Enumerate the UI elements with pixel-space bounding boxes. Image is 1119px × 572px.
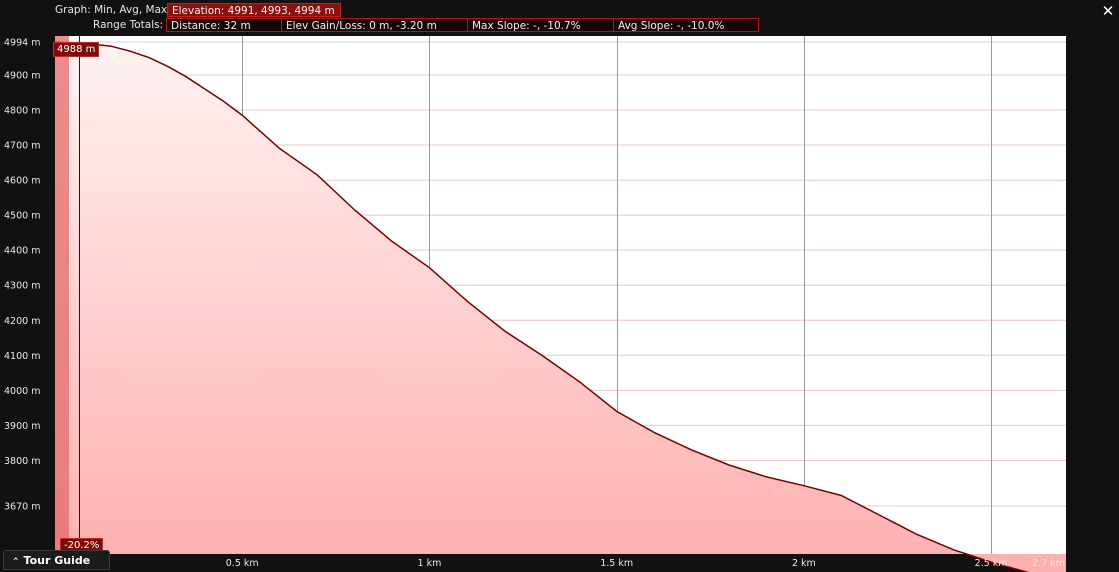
x-tick-label-3: 2 km (792, 558, 816, 569)
y-tick-label-13: 3670 m (4, 502, 40, 513)
y-tick-label-7: 4300 m (4, 281, 40, 292)
y-tick-label-6: 4400 m (4, 246, 40, 257)
elevation-profile-chart[interactable]: 4994 m 4900 m 4800 m 4700 m 4600 m 4500 m 4400… (0, 0, 1119, 572)
y-tick-label-8: 4200 m (4, 316, 40, 327)
double-chevron-up-icon: ⌃ (12, 557, 20, 567)
y-tick-label-12: 3800 m (4, 456, 40, 467)
y-tick-label-0: 4994 m (4, 38, 40, 49)
x-tick-label-1: 1 km (418, 558, 442, 569)
y-axis-ticks: 4994 m 4900 m 4800 m 4700 m 4600 m 4500 m 4400… (4, 38, 40, 513)
y-tick-label-9: 4100 m (4, 351, 40, 362)
y-tick-label-3: 4700 m (4, 141, 40, 152)
y-tick-label-1: 4900 m (4, 70, 40, 81)
x-axis-ticks: 0.5 km 1 km 1.5 km 2 km 2.5 km 2.7 km (226, 558, 1065, 569)
x-tick-label-0: 0.5 km (226, 558, 259, 569)
y-tick-label-10: 4000 m (4, 386, 40, 397)
y-tick-label-4: 4600 m (4, 176, 40, 187)
cursor-elevation-label: 4988 m (53, 42, 100, 57)
x-tick-label-2: 1.5 km (600, 558, 633, 569)
y-tick-label-5: 4500 m (4, 211, 40, 222)
tour-guide-label: Tour Guide (23, 554, 91, 567)
x-tick-label-4: 2.5 km (975, 558, 1008, 569)
tour-guide-button[interactable]: ⌃ Tour Guide (3, 550, 110, 570)
y-tick-label-11: 3900 m (4, 421, 40, 432)
y-tick-label-2: 4800 m (4, 105, 40, 116)
x-tick-label-5: 2.7 km (1032, 558, 1065, 569)
selected-range-band (55, 36, 69, 554)
